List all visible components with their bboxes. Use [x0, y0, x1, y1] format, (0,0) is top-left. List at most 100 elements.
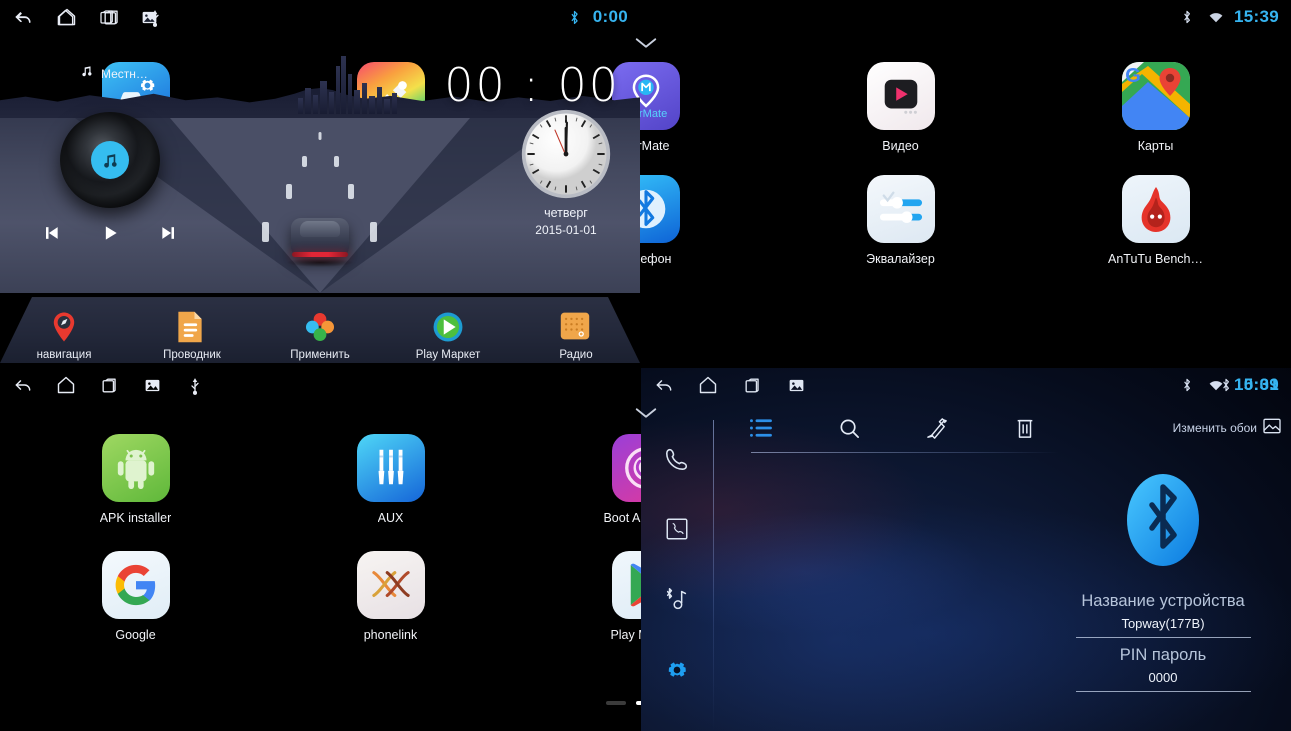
- play-store-icon: [431, 310, 465, 344]
- device-name-value[interactable]: Topway(177B): [1121, 616, 1204, 631]
- screenshot-icon[interactable]: [141, 374, 163, 396]
- dock-item-apply-theme[interactable]: Применить: [256, 310, 384, 361]
- previous-track-button[interactable]: [36, 218, 66, 248]
- now-playing-title: Местн…: [101, 66, 148, 81]
- dock-item-radio[interactable]: Радио: [512, 310, 640, 361]
- home-icon[interactable]: [697, 374, 719, 396]
- screenshot-icon[interactable]: [785, 374, 807, 396]
- google-g-icon: [101, 551, 170, 619]
- usb-icon[interactable]: [184, 374, 206, 396]
- dock-label: навигация: [36, 349, 92, 361]
- bluetooth-sidebar: [641, 402, 713, 731]
- dialpad-phone-icon[interactable]: [661, 443, 693, 475]
- app-label: Эквалайзер: [866, 252, 935, 266]
- file-manager-icon: [175, 310, 209, 344]
- google-maps-icon: G: [1121, 62, 1190, 130]
- call-log-icon[interactable]: [661, 513, 693, 545]
- search-icon[interactable]: [835, 414, 863, 442]
- field-underline: [1075, 691, 1251, 692]
- app-antutu[interactable]: AnTuTu Bench…: [1028, 175, 1283, 266]
- digital-clock: 00 : 00: [444, 58, 620, 112]
- back-icon[interactable]: [653, 374, 675, 396]
- app-google[interactable]: Google: [8, 551, 263, 642]
- bluetooth-music-icon[interactable]: [661, 584, 693, 616]
- dock-item-navigation[interactable]: навигация: [0, 310, 128, 361]
- music-note-icon: [91, 141, 129, 179]
- dock-label: Проводник: [163, 349, 221, 361]
- gear-icon[interactable]: [661, 654, 693, 686]
- dock-label: Применить: [290, 349, 350, 361]
- usb-icon[interactable]: [144, 6, 166, 28]
- navigation-pin-icon: [47, 310, 81, 344]
- field-underline: [1075, 637, 1251, 638]
- home-icon[interactable]: [55, 374, 77, 396]
- bluetooth-toolbar: Изменить обои: [713, 404, 1291, 452]
- statusbar-drawer1: 15:39: [0, 0, 1291, 34]
- chevron-down-icon[interactable]: [633, 36, 659, 55]
- next-track-button[interactable]: [154, 218, 184, 248]
- change-wallpaper-button[interactable]: Изменить обои: [1173, 418, 1291, 439]
- dock-label: Радио: [559, 349, 593, 361]
- recents-icon[interactable]: [741, 374, 763, 396]
- home-icon[interactable]: [56, 6, 78, 28]
- app-equalizer[interactable]: Эквалайзер: [773, 175, 1028, 266]
- pin-value[interactable]: 0000: [1149, 670, 1178, 685]
- play-button[interactable]: [95, 218, 125, 248]
- video-player-icon: [866, 62, 935, 130]
- now-playing-widget[interactable]: Местн…: [80, 64, 148, 83]
- list-icon[interactable]: [747, 414, 775, 442]
- app-label: Карты: [1137, 139, 1174, 153]
- trash-icon[interactable]: [1011, 414, 1039, 442]
- app-label: Google: [115, 628, 156, 642]
- panel-bluetooth-settings: 0:01 Изменить обои Название устройства T…: [641, 368, 1291, 731]
- analog-clock-face: [521, 109, 611, 199]
- wifi-icon: [1205, 6, 1227, 28]
- clock-date: 2015-01-01: [535, 223, 597, 237]
- pair-device-icon[interactable]: [923, 414, 951, 442]
- media-controls: [36, 218, 184, 248]
- car-illustration: [283, 210, 357, 268]
- back-icon[interactable]: [12, 374, 34, 396]
- app-maps[interactable]: G Карты: [1028, 62, 1283, 153]
- app-phonelink[interactable]: phonelink: [263, 551, 518, 642]
- app-label: APK installer: [99, 511, 172, 525]
- pin-label: PIN пароль: [1119, 646, 1207, 664]
- screenshot-collage: 0:00 Местн… 00 : 00 четверг 2015-01-01 н…: [0, 0, 1291, 731]
- status-clock: 0:01: [1243, 375, 1279, 394]
- device-name-label: Название устройства: [1081, 592, 1245, 610]
- antutu-icon: [1121, 175, 1190, 243]
- app-apk-installer[interactable]: APK installer: [8, 434, 263, 525]
- recents-icon[interactable]: [98, 374, 120, 396]
- aux-jack-icon: [356, 434, 425, 502]
- android-robot-icon: [101, 434, 170, 502]
- apply-theme-icon: [303, 310, 337, 344]
- city-skyline: [294, 54, 404, 114]
- sidebar-divider: [713, 420, 714, 731]
- analog-clock-widget[interactable]: четверг 2015-01-01: [520, 108, 612, 237]
- app-aux[interactable]: AUX: [263, 434, 518, 525]
- clock-weekday: четверг: [544, 206, 588, 220]
- svg-text:G: G: [1125, 65, 1141, 87]
- back-icon[interactable]: [12, 6, 34, 28]
- bluetooth-device-info: Название устройства Topway(177B) PIN пар…: [1043, 472, 1283, 692]
- music-note-icon: [80, 64, 94, 83]
- dock-item-play-store[interactable]: Play Маркет: [384, 310, 512, 361]
- radio-icon: [559, 310, 593, 344]
- vinyl-record-icon[interactable]: [45, 110, 175, 210]
- bluetooth-logo-icon: [1126, 472, 1200, 568]
- equalizer-icon: [866, 175, 935, 243]
- recents-icon[interactable]: [100, 6, 122, 28]
- statusbar-bluetooth: 0:01: [641, 368, 1291, 402]
- dock-label: Play Маркет: [415, 349, 481, 361]
- image-icon: [1263, 418, 1281, 439]
- dock-item-file-manager[interactable]: Проводник: [128, 310, 256, 361]
- app-label: phonelink: [363, 628, 418, 642]
- status-clock: 15:39: [1234, 7, 1279, 26]
- app-video[interactable]: Видео: [773, 62, 1028, 153]
- bluetooth-icon: [1176, 6, 1198, 28]
- app-label: AUX: [377, 511, 404, 525]
- bluetooth-icon: [1215, 374, 1237, 396]
- home-dock: навигация Проводник Применить Play Марке…: [0, 285, 640, 363]
- toolbar-divider: [751, 452, 1059, 453]
- app-label: Видео: [882, 139, 919, 153]
